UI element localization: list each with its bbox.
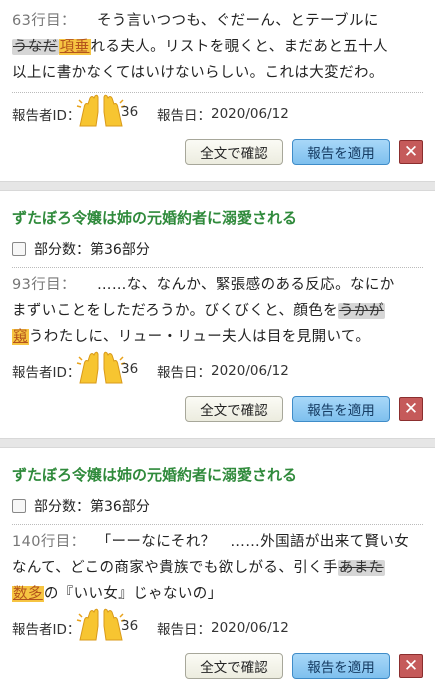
reporter-id: 報告者ID： 36 bbox=[12, 351, 139, 384]
text-segment: まずいことをしただろうか。びくびくと、顔色を bbox=[12, 303, 339, 319]
report-meta: 報告者ID： 36 報告日： 2020/06/12 bbox=[0, 93, 435, 127]
work-title[interactable]: ずたぼろ令嬢は姉の元婚約者に溺愛される bbox=[0, 191, 435, 229]
text-segment: ……な、なんか、緊張感のある反応。なにか bbox=[96, 277, 395, 293]
report-date-label: 報告日： bbox=[157, 365, 211, 381]
part-label: 部分数：第36部分 bbox=[34, 499, 150, 515]
part-row: 部分数：第36部分 bbox=[0, 486, 435, 518]
reporter-id-label: 報告者ID： bbox=[12, 622, 81, 638]
text-segment: うわたしに、リュー・リュー夫人は目を見開いて。 bbox=[28, 329, 371, 345]
reporter-id-suffix: 36 bbox=[121, 361, 139, 377]
text-line: 93行目： ……な、なんか、緊張感のある反応。なにか bbox=[12, 272, 423, 298]
part-row: 部分数：第36部分 bbox=[0, 229, 435, 261]
reporter-id-suffix: 36 bbox=[121, 104, 139, 120]
view-full-text-button[interactable]: 全文で確認 bbox=[185, 396, 283, 422]
reporter-id-label: 報告者ID： bbox=[12, 365, 81, 381]
apply-report-button[interactable]: 報告を適用 bbox=[292, 139, 390, 165]
report-body-text: 140行目： 「ーーなにそれ？ ……外国語が出来て賢い女 なんて、どこの商家や貴… bbox=[0, 525, 435, 607]
suggested-text: 数多 bbox=[12, 586, 44, 602]
raising-hands-icon bbox=[76, 351, 126, 384]
report-body-text: 63行目： そう言いつつも、ぐだーん、とテーブルに うなだ 項垂れる夫人。リストを… bbox=[0, 8, 435, 86]
reporter-id-label: 報告者ID： bbox=[12, 108, 81, 124]
reporter-id-suffix: 36 bbox=[121, 618, 139, 634]
text-segment: なんて、どこの商家や貴族でも欲しがる、引く手 bbox=[12, 560, 338, 576]
report-actions: 全文で確認 報告を適用 ✕ bbox=[0, 127, 435, 167]
text-segment: れる夫人。リストを覗くと、まだあと五十人 bbox=[90, 39, 388, 55]
report-card-2: ずたぼろ令嬢は姉の元婚約者に溺愛される 部分数：第36部分 93行目： ……な、… bbox=[0, 191, 435, 438]
text-line: うなだ 項垂れる夫人。リストを覗くと、まだあと五十人 bbox=[12, 34, 423, 60]
report-body-text: 93行目： ……な、なんか、緊張感のある反応。なにか まずいことをしただろうか。… bbox=[0, 268, 435, 350]
text-segment: そう言いつつも、ぐだーん、とテーブルに bbox=[96, 13, 379, 29]
report-date: 2020/06/12 bbox=[211, 106, 289, 122]
report-actions: 全文で確認 報告を適用 ✕ bbox=[0, 384, 435, 424]
line-number: 93行目： bbox=[12, 277, 76, 293]
view-full-text-button[interactable]: 全文で確認 bbox=[185, 139, 283, 165]
line-number: 140行目： bbox=[12, 534, 86, 550]
text-line: 数多の『いい女』じゃないの」 bbox=[12, 581, 423, 607]
checkbox-icon[interactable] bbox=[12, 499, 26, 513]
text-line: 140行目： 「ーーなにそれ？ ……外国語が出来て賢い女 bbox=[12, 529, 423, 555]
report-card-1: 63行目： そう言いつつも、ぐだーん、とテーブルに うなだ 項垂れる夫人。リストを… bbox=[0, 0, 435, 181]
close-icon[interactable]: ✕ bbox=[399, 654, 423, 678]
original-text: うかが bbox=[338, 303, 385, 319]
suggested-text: 項垂 bbox=[58, 39, 91, 55]
report-date: 2020/06/12 bbox=[211, 363, 289, 379]
original-text: あまた bbox=[337, 560, 385, 576]
reporter-id: 報告者ID： 36 bbox=[12, 608, 139, 641]
report-card-3: ずたぼろ令嬢は姉の元婚約者に溺愛される 部分数：第36部分 140行目： 「ーー… bbox=[0, 448, 435, 681]
suggested-text: 窺 bbox=[12, 329, 29, 345]
text-segment: 「ーーなにそれ？ ……外国語が出来て賢い女 bbox=[96, 534, 410, 550]
report-date: 2020/06/12 bbox=[211, 620, 289, 636]
text-line: 窺うわたしに、リュー・リュー夫人は目を見開いて。 bbox=[12, 324, 423, 350]
card-separator bbox=[0, 438, 435, 448]
report-meta: 報告者ID： 36 報告日： 2020/06/12 bbox=[0, 350, 435, 384]
reporter-id: 報告者ID： 36 bbox=[12, 94, 139, 127]
apply-report-button[interactable]: 報告を適用 bbox=[292, 653, 390, 679]
text-line: なんて、どこの商家や貴族でも欲しがる、引く手あまた bbox=[12, 555, 423, 581]
checkbox-icon[interactable] bbox=[12, 242, 26, 256]
text-segment: 以上に書かなくてはいけないらしい。これは大変だわ。 bbox=[12, 65, 384, 81]
text-line: まずいことをしただろうか。びくびくと、顔色をうかが bbox=[12, 298, 423, 324]
close-icon[interactable]: ✕ bbox=[399, 397, 423, 421]
view-full-text-button[interactable]: 全文で確認 bbox=[185, 653, 283, 679]
part-label: 部分数：第36部分 bbox=[34, 242, 150, 258]
original-text: うなだ bbox=[12, 39, 59, 55]
close-icon[interactable]: ✕ bbox=[399, 140, 423, 164]
raising-hands-icon bbox=[76, 608, 126, 641]
apply-report-button[interactable]: 報告を適用 bbox=[292, 396, 390, 422]
text-segment: の『いい女』じゃないの」 bbox=[43, 586, 223, 602]
text-line: 以上に書かなくてはいけないらしい。これは大変だわ。 bbox=[12, 60, 423, 86]
report-actions: 全文で確認 報告を適用 ✕ bbox=[0, 641, 435, 681]
report-date-label: 報告日： bbox=[157, 108, 211, 124]
line-number: 63行目： bbox=[12, 13, 76, 29]
work-title[interactable]: ずたぼろ令嬢は姉の元婚約者に溺愛される bbox=[0, 448, 435, 486]
report-date-label: 報告日： bbox=[157, 622, 211, 638]
raising-hands-icon bbox=[76, 94, 126, 127]
text-line: 63行目： そう言いつつも、ぐだーん、とテーブルに bbox=[12, 8, 423, 34]
card-separator bbox=[0, 181, 435, 191]
report-meta: 報告者ID： 36 報告日： 2020/06/12 bbox=[0, 607, 435, 641]
